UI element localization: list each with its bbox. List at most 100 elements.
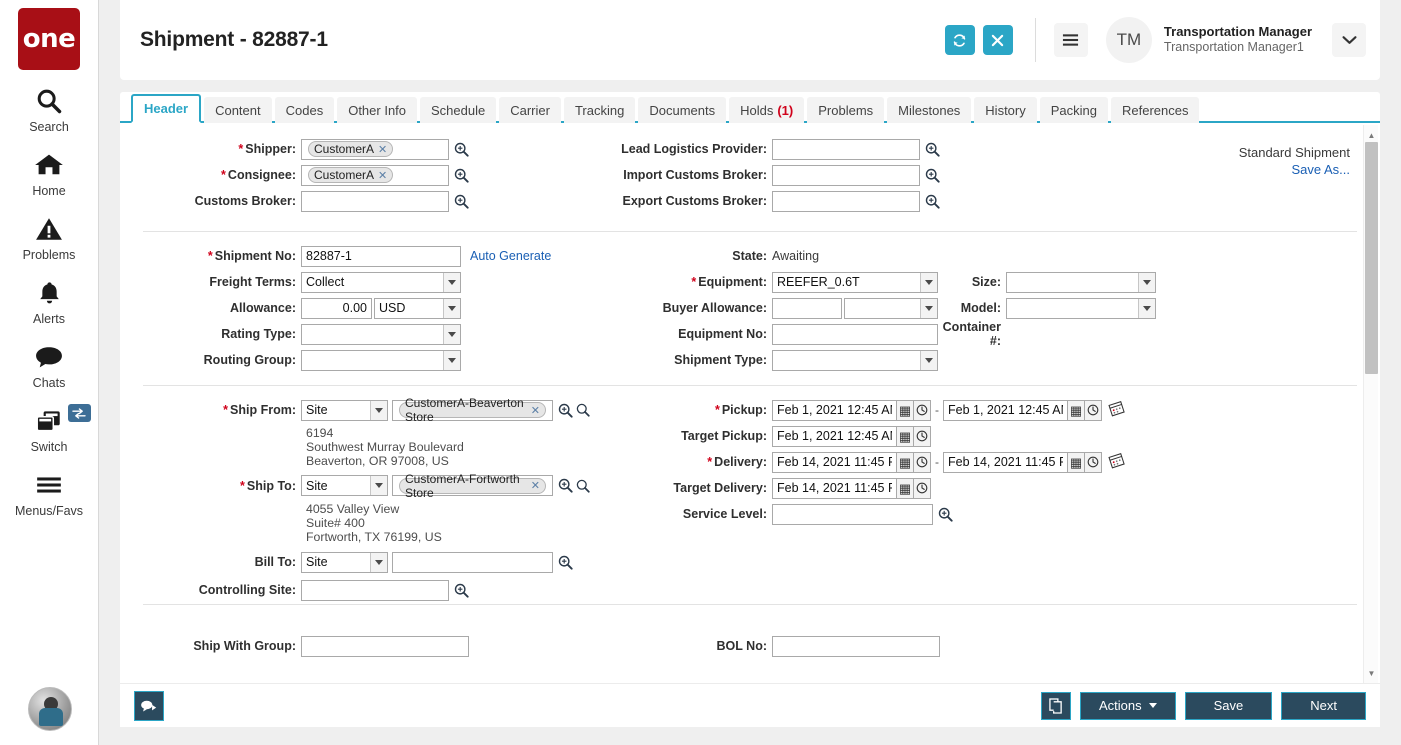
scroll-up-arrow-icon[interactable]: ▲ <box>1364 128 1379 143</box>
ship-from-search-icon[interactable] <box>576 403 590 417</box>
buyer-allowance-currency-select[interactable] <box>844 298 938 319</box>
controlling-site-input[interactable] <box>301 580 449 601</box>
ship-with-group-input[interactable] <box>301 636 469 657</box>
sidebar-item-menus-favs[interactable]: Menus/Favs <box>0 468 99 518</box>
customs-broker-search-icon[interactable] <box>454 194 469 209</box>
model-select[interactable] <box>1006 298 1156 319</box>
controlling-site-search-icon[interactable] <box>454 583 469 598</box>
tab-codes[interactable]: Codes <box>275 97 335 123</box>
avatar[interactable]: TM <box>1106 17 1152 63</box>
one-network-logo[interactable]: one <box>18 8 80 70</box>
shipper-input[interactable]: CustomerA✕ <box>301 139 449 160</box>
calendar-icon[interactable]: ▦ <box>897 452 914 473</box>
calendar-icon[interactable]: ▦ <box>1068 400 1085 421</box>
clock-icon[interactable] <box>914 478 931 499</box>
calendar-icon[interactable]: ▦ <box>1068 452 1085 473</box>
sidebar-item-search[interactable]: Search <box>0 84 99 134</box>
sidebar-item-chats[interactable]: Chats <box>0 340 99 390</box>
sidebar-item-home[interactable]: Home <box>0 148 99 198</box>
clock-icon[interactable] <box>914 426 931 447</box>
clock-icon[interactable] <box>1085 400 1102 421</box>
actions-button[interactable]: Actions <box>1080 692 1176 720</box>
export-customs-broker-input[interactable] <box>772 191 920 212</box>
topbar-menu-icon[interactable] <box>1054 23 1088 57</box>
tab-tracking[interactable]: Tracking <box>564 97 635 123</box>
chat-send-icon[interactable] <box>134 691 164 721</box>
tab-other-info[interactable]: Other Info <box>337 97 417 123</box>
calendar-icon[interactable]: ▦ <box>897 400 914 421</box>
routing-group-select[interactable] <box>301 350 461 371</box>
ship-to-zoom-search-icon[interactable] <box>558 478 573 493</box>
refresh-icon[interactable] <box>945 25 975 55</box>
tab-content[interactable]: Content <box>204 97 272 123</box>
delivery-to-input[interactable] <box>943 452 1068 473</box>
sidebar-item-switch[interactable]: Switch <box>0 404 99 454</box>
copy-document-icon[interactable] <box>1041 692 1071 720</box>
calendar-schedule-icon[interactable] <box>1108 400 1125 420</box>
buyer-allowance-amount-input[interactable] <box>772 298 842 319</box>
sidebar-item-problems[interactable]: Problems <box>0 212 99 262</box>
calendar-icon[interactable]: ▦ <box>897 478 914 499</box>
target-delivery-input[interactable] <box>772 478 897 499</box>
equipment-no-input[interactable] <box>772 324 938 345</box>
chevron-down-icon[interactable] <box>1332 23 1366 57</box>
rating-type-select[interactable] <box>301 324 461 345</box>
clock-icon[interactable] <box>914 400 931 421</box>
token-remove-icon[interactable]: ✕ <box>531 404 540 417</box>
consignee-search-icon[interactable] <box>454 168 469 183</box>
tab-milestones[interactable]: Milestones <box>887 97 971 123</box>
pickup-from-input[interactable] <box>772 400 897 421</box>
ship-to-site-input[interactable]: CustomerA-Fortworth Store✕ <box>392 475 553 496</box>
bill-to-input[interactable] <box>392 552 553 573</box>
export-customs-broker-search-icon[interactable] <box>925 194 940 209</box>
tab-documents[interactable]: Documents <box>638 97 726 123</box>
sidebar-item-alerts[interactable]: Alerts <box>0 276 99 326</box>
bol-no-input[interactable] <box>772 636 940 657</box>
target-pickup-input[interactable] <box>772 426 897 447</box>
ship-from-type-select[interactable]: Site <box>301 400 388 421</box>
tab-holds[interactable]: Holds(1) <box>729 97 804 123</box>
service-level-input[interactable] <box>772 504 933 525</box>
calendar-icon[interactable]: ▦ <box>897 426 914 447</box>
clock-icon[interactable] <box>1085 452 1102 473</box>
service-level-search-icon[interactable] <box>938 507 953 522</box>
auto-generate-link[interactable]: Auto Generate <box>470 249 551 263</box>
bill-to-search-icon[interactable] <box>558 555 573 570</box>
save-button[interactable]: Save <box>1185 692 1273 720</box>
tab-schedule[interactable]: Schedule <box>420 97 496 123</box>
consignee-input[interactable]: CustomerA✕ <box>301 165 449 186</box>
pickup-to-input[interactable] <box>943 400 1068 421</box>
ship-from-zoom-search-icon[interactable] <box>558 403 573 418</box>
token-remove-icon[interactable]: ✕ <box>531 479 540 492</box>
shipment-type-select[interactable] <box>772 350 938 371</box>
ship-to-search-icon[interactable] <box>576 479 590 493</box>
allowance-currency-select[interactable]: USD <box>374 298 461 319</box>
tab-packing[interactable]: Packing <box>1040 97 1108 123</box>
user-avatar-photo[interactable] <box>28 687 72 731</box>
token-remove-icon[interactable]: ✕ <box>378 143 387 156</box>
scrollbar-thumb[interactable] <box>1365 142 1378 374</box>
import-customs-broker-input[interactable] <box>772 165 920 186</box>
equipment-select[interactable]: REEFER_0.6T <box>772 272 938 293</box>
token-chip[interactable]: CustomerA✕ <box>308 141 393 157</box>
close-x-icon[interactable] <box>983 25 1013 55</box>
clock-icon[interactable] <box>914 452 931 473</box>
tab-carrier[interactable]: Carrier <box>499 97 561 123</box>
shipper-search-icon[interactable] <box>454 142 469 157</box>
tab-references[interactable]: References <box>1111 97 1199 123</box>
form-scrollbar[interactable]: ▲ ▼ <box>1363 125 1378 683</box>
tab-header[interactable]: Header <box>131 94 201 123</box>
scroll-down-arrow-icon[interactable]: ▼ <box>1364 666 1379 681</box>
freight-terms-select[interactable]: Collect <box>301 272 461 293</box>
next-button[interactable]: Next <box>1281 692 1366 720</box>
token-chip[interactable]: CustomerA-Beaverton Store✕ <box>399 402 546 418</box>
tab-history[interactable]: History <box>974 97 1036 123</box>
bill-to-type-select[interactable]: Site <box>301 552 388 573</box>
token-chip[interactable]: CustomerA-Fortworth Store✕ <box>399 478 546 494</box>
ship-from-site-input[interactable]: CustomerA-Beaverton Store✕ <box>392 400 553 421</box>
calendar-schedule-icon[interactable] <box>1108 452 1125 472</box>
ship-to-type-select[interactable]: Site <box>301 475 388 496</box>
exchange-arrows-icon[interactable] <box>68 404 91 422</box>
allowance-amount-input[interactable] <box>301 298 372 319</box>
import-customs-broker-search-icon[interactable] <box>925 168 940 183</box>
